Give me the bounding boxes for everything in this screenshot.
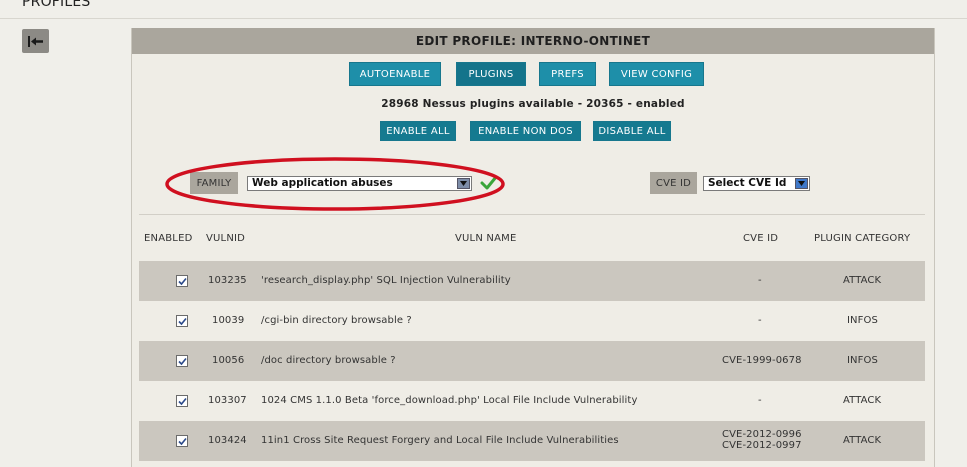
family-select[interactable]: Web application abuses	[247, 176, 472, 191]
back-button[interactable]	[22, 29, 49, 53]
cve-id-cell: CVE-1999-0678	[722, 355, 802, 366]
cve-id-select-value: Select CVE Id	[708, 177, 787, 189]
cve-id-select[interactable]: Select CVE Id	[703, 176, 810, 191]
chevron-down-icon	[457, 178, 470, 189]
vuln-name-cell[interactable]: /doc directory browsable ?	[261, 355, 396, 366]
vulnid-cell: 103235	[208, 275, 247, 286]
column-header-cve-id: CVE ID	[743, 233, 779, 244]
cve-id-cell: -	[758, 395, 762, 406]
table-row: 103307 1024 CMS 1.1.0 Beta 'force_downlo…	[139, 381, 925, 421]
tab-autoenable[interactable]: AUTOENABLE	[349, 62, 441, 86]
column-header-enabled: ENABLED	[144, 233, 193, 244]
checkbox-checked-icon	[177, 357, 187, 365]
plugin-category-cell: ATTACK	[843, 395, 882, 406]
family-select-value: Web application abuses	[252, 177, 393, 189]
checkbox-checked-icon	[177, 277, 187, 285]
vulnid-cell: 10056	[212, 355, 245, 366]
vulnid-cell: 103307	[208, 395, 247, 406]
page-title: PROFILES	[22, 0, 91, 10]
cve-id-label: CVE ID	[650, 172, 697, 194]
left-column	[0, 19, 131, 467]
table-row: 103424 11in1 Cross Site Request Forgery …	[139, 421, 925, 461]
table-row: 10039 /cgi-bin directory browsable ? - I…	[139, 301, 925, 341]
edit-profile-panel: EDIT PROFILE: INTERNO-ONTINET AUTOENABLE…	[131, 28, 935, 467]
vulnid-cell: 10039	[212, 315, 245, 326]
cve-id-cell: -	[758, 275, 762, 286]
column-header-vulnid: VULNID	[206, 233, 246, 244]
enabled-checkbox[interactable]	[176, 435, 188, 447]
column-header-plugin-category: PLUGIN CATEGORY	[814, 233, 911, 244]
cve-id-cell: -	[758, 315, 762, 326]
enabled-checkbox[interactable]	[176, 355, 188, 367]
plugin-category-cell: ATTACK	[843, 435, 882, 446]
enabled-checkbox[interactable]	[176, 315, 188, 327]
vuln-name-cell[interactable]: 11in1 Cross Site Request Forgery and Loc…	[261, 435, 619, 446]
plugin-category-cell: INFOS	[847, 355, 878, 366]
vuln-name-cell[interactable]: /cgi-bin directory browsable ?	[261, 315, 412, 326]
tab-plugins[interactable]: PLUGINS	[456, 62, 526, 86]
vuln-name-cell[interactable]: 1024 CMS 1.1.0 Beta 'force_download.php'…	[261, 395, 637, 406]
enabled-checkbox[interactable]	[176, 275, 188, 287]
checkbox-checked-icon	[177, 317, 187, 325]
chevron-down-icon	[795, 178, 808, 189]
family-label: FAMILY	[190, 172, 238, 194]
table-separator	[139, 214, 925, 215]
vuln-name-cell[interactable]: 'research_display.php' SQL Injection Vul…	[261, 275, 511, 286]
panel-title: EDIT PROFILE: INTERNO-ONTINET	[132, 28, 934, 54]
table-row: 10056 /doc directory browsable ? CVE-199…	[139, 341, 925, 381]
checkbox-checked-icon	[177, 437, 187, 445]
tab-view-config[interactable]: VIEW CONFIG	[609, 62, 704, 86]
column-header-vuln-name: VULN NAME	[455, 233, 517, 244]
cve-id-cell-secondary: CVE-2012-0997	[722, 440, 802, 451]
plugins-available-info: 28968 Nessus plugins available - 20365 -…	[381, 98, 685, 110]
tab-prefs[interactable]: PREFS	[539, 62, 596, 86]
cve-id-cell: CVE-2012-0996	[722, 429, 802, 440]
back-arrow-icon	[28, 35, 43, 47]
enable-non-dos-button[interactable]: ENABLE NON DOS	[470, 121, 581, 141]
green-check-icon	[480, 175, 498, 190]
enabled-checkbox[interactable]	[176, 395, 188, 407]
disable-all-button[interactable]: DISABLE ALL	[593, 121, 671, 141]
checkbox-checked-icon	[177, 397, 187, 405]
plugin-category-cell: ATTACK	[843, 275, 882, 286]
plugin-category-cell: INFOS	[847, 315, 878, 326]
page-header: PROFILES	[0, 0, 967, 19]
vulnid-cell: 103424	[208, 435, 247, 446]
enable-all-button[interactable]: ENABLE ALL	[380, 121, 456, 141]
table-row: 103235 'research_display.php' SQL Inject…	[139, 261, 925, 301]
